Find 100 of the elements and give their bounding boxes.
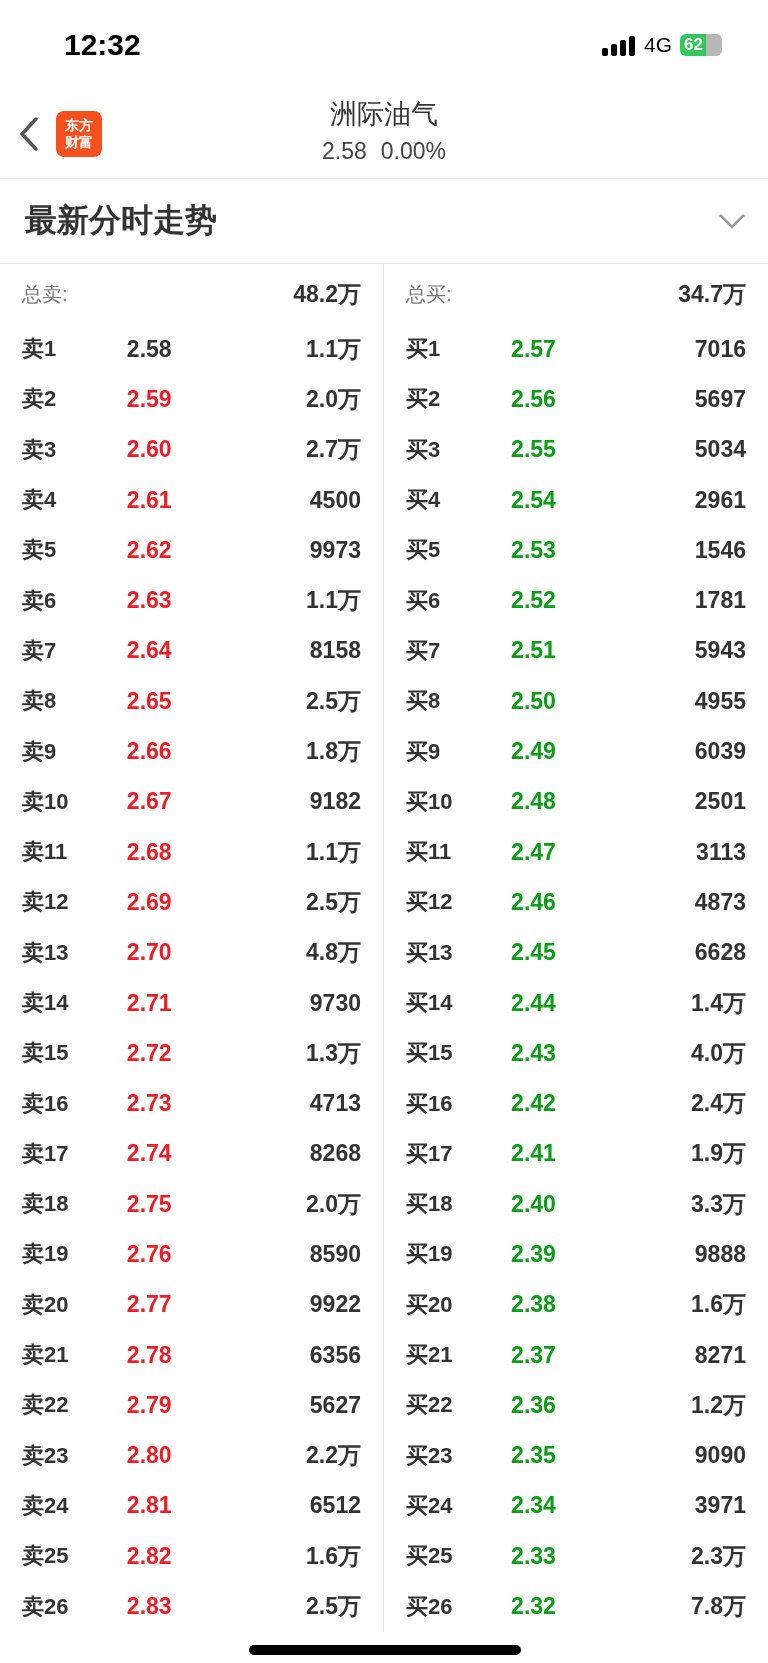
level-volume: 3.3万 [691,1189,746,1219]
level-volume: 9090 [694,1442,746,1470]
level-price: 2.67 [126,788,172,816]
level-volume: 5034 [694,436,746,464]
level-price: 2.50 [511,687,556,715]
level-label: 卖1 [22,335,58,364]
status-time: 12:32 [64,28,141,62]
level-label: 卖13 [22,938,70,967]
level-label: 卖7 [22,636,58,665]
level-price: 2.58 [126,335,172,363]
level-volume: 1.3万 [306,1038,361,1068]
app-logo: 东方 财富 [56,111,102,157]
level-label: 买21 [406,1341,454,1370]
level-label: 卖2 [22,385,58,414]
level-volume: 2.0万 [306,384,361,414]
level-label: 买26 [406,1592,454,1621]
level-volume: 8268 [309,1140,361,1168]
level-price: 2.66 [126,738,172,765]
level-volume: 2.5万 [306,686,361,716]
level-volume: 2.7万 [306,435,361,465]
level-volume: 1.8万 [306,737,361,766]
level-volume: 4713 [309,1090,361,1118]
level-volume: 1546 [694,536,746,564]
level-price: 2.41 [511,1140,556,1168]
chevron-icon[interactable] [718,213,746,229]
level-price: 2.64 [126,637,172,665]
level-price: 2.45 [511,939,556,967]
total-volume: 34.7万 [678,279,746,309]
level-volume: 9888 [694,1241,746,1268]
level-label: 买3 [406,435,442,464]
level-price: 2.71 [126,989,172,1017]
level-price: 2.82 [126,1542,172,1570]
level-label: 卖23 [22,1441,70,1470]
level-label: 卖15 [22,1039,70,1068]
level-price: 2.32 [511,1593,556,1621]
level-price: 2.37 [511,1341,556,1369]
level-price: 2.44 [511,989,556,1017]
level-volume: 4.0万 [691,1038,746,1068]
level-volume: 1781 [694,587,746,615]
level-label: 卖6 [22,586,58,615]
level-label: 买4 [406,486,442,515]
level-label: 买15 [406,1039,454,1068]
level-price: 2.57 [511,335,556,363]
level-volume: 1.1万 [306,586,361,616]
level-label: 卖24 [22,1491,70,1520]
level-label: 买10 [406,787,454,816]
level-price: 2.79 [126,1391,172,1419]
level-volume: 1.2万 [691,1390,746,1420]
level-label: 买7 [406,636,442,665]
level-label: 卖25 [22,1542,70,1571]
level-volume: 5943 [694,637,746,665]
level-label: 买23 [406,1441,454,1470]
level-label: 卖20 [22,1290,70,1319]
level-label: 卖16 [22,1089,70,1118]
level-volume: 3113 [696,838,746,866]
level-price: 2.55 [511,436,556,464]
level-label: 卖5 [22,536,58,565]
price-change: 0.00% [380,138,446,165]
level-volume: 1.9万 [691,1139,746,1169]
level-label: 卖21 [22,1341,70,1370]
network-label: 4G [644,33,672,57]
level-label: 卖8 [22,687,58,716]
level-volume: 2.5万 [306,1592,361,1622]
signal-icon [602,34,636,56]
level-volume: 4873 [694,888,746,916]
level-price: 2.73 [126,1090,172,1118]
level-price: 2.51 [511,637,556,665]
total-volume: 48.2万 [293,279,361,309]
level-volume: 4955 [694,687,746,715]
level-price: 2.65 [126,687,172,715]
stock-price: 2.58 [322,138,367,165]
level-price: 2.69 [126,888,172,916]
level-volume: 8271 [694,1341,746,1369]
level-volume: 5627 [309,1391,361,1419]
level-volume: 9973 [309,536,361,564]
level-label: 买24 [406,1491,454,1520]
level-price: 2.48 [511,788,556,816]
level-label: 卖9 [22,737,58,766]
level-volume: 7016 [694,335,746,363]
level-volume: 6512 [309,1492,361,1520]
level-label: 卖22 [22,1391,70,1420]
level-volume: 6356 [309,1341,361,1369]
level-price: 2.78 [126,1341,172,1369]
level-price: 2.40 [511,1190,556,1218]
level-price: 2.33 [511,1542,556,1570]
level-label: 卖10 [22,787,70,816]
level-price: 2.60 [126,436,172,464]
level-label: 买22 [406,1391,454,1420]
level-price: 2.63 [126,587,172,615]
level-label: 卖26 [22,1592,70,1621]
level-price: 2.81 [126,1492,172,1520]
level-price: 2.80 [126,1442,172,1470]
level-label: 卖19 [22,1240,70,1269]
level-volume: 9922 [309,1291,361,1319]
level-price: 2.68 [126,838,172,866]
level-volume: 2.0万 [306,1189,361,1219]
level-price: 2.62 [126,536,172,564]
level-volume: 4500 [309,486,361,514]
level-volume: 7.8万 [691,1592,746,1622]
level-price: 2.56 [511,385,556,413]
